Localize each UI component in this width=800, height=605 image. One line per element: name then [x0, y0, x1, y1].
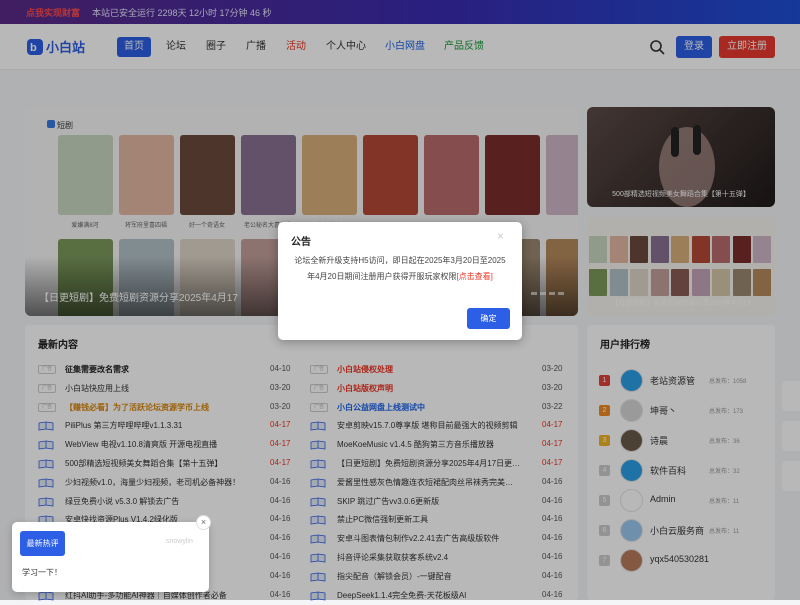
watermark: snowylin [166, 538, 193, 545]
dialog-body: 论坛全新升级支持H5访问，即日起在2025年3月20日至2025年4月20日期间… [292, 253, 508, 285]
view-link[interactable]: [点击查看] [456, 272, 492, 281]
comment-text[interactable]: 学习一下！ [22, 567, 62, 578]
close-icon[interactable]: × [497, 229, 504, 243]
confirm-button[interactable]: 确定 [467, 308, 510, 329]
hot-comment-card: 最新热评 snowylin 学习一下！ × [12, 515, 211, 592]
dialog-title: 公告 [291, 237, 311, 248]
hot-comment-tag: 最新热评 [20, 531, 65, 556]
close-icon[interactable]: × [196, 515, 211, 530]
announcement-dialog: 公告 × 论坛全新升级支持H5访问，即日起在2025年3月20日至2025年4月… [278, 222, 522, 340]
